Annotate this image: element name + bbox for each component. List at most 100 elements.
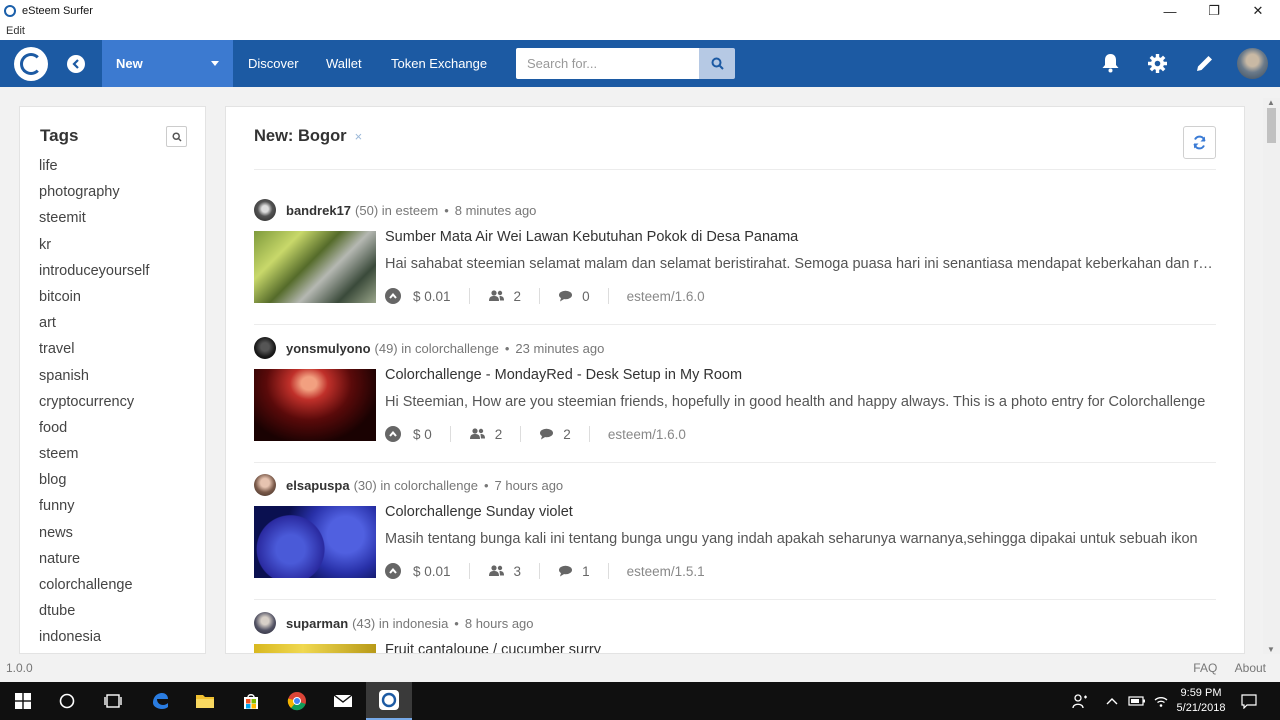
about-link[interactable]: About [1235,661,1266,675]
search-button[interactable] [699,48,735,79]
author-avatar[interactable] [254,474,276,496]
author-avatar[interactable] [254,199,276,221]
post-title[interactable]: Fruit cantaloupe / cucumber surry [385,642,601,653]
post-thumbnail[interactable] [254,644,376,653]
post-title[interactable]: Colorchallenge - MondayRed - Desk Setup … [385,367,742,383]
notifications-button[interactable] [1099,52,1121,74]
post-author[interactable]: bandrek17 [286,203,351,218]
scroll-thumb[interactable] [1267,108,1276,143]
tag-item[interactable]: food [39,415,149,441]
tag-item[interactable]: steemit [39,205,149,231]
upvote-button[interactable] [385,426,401,442]
tag-item[interactable]: life [39,153,149,179]
new-filter-dropdown[interactable]: New [102,40,233,87]
taskbar-store[interactable] [228,682,274,720]
comments-count[interactable]: 2 [563,427,571,442]
post-author[interactable]: suparman [286,616,348,631]
divider [254,169,1216,170]
post-payout[interactable]: $ 0.01 [413,289,451,304]
post-author[interactable]: yonsmulyono [286,341,371,356]
scroll-down-icon[interactable]: ▼ [1267,645,1275,654]
taskbar-file-explorer[interactable] [182,682,228,720]
tag-search-button[interactable] [166,126,187,147]
page-scrollbar[interactable]: ▲ ▼ [1263,98,1280,654]
voters-count[interactable]: 2 [495,427,503,442]
tag-item[interactable]: dtube [39,598,149,624]
taskbar-edge[interactable] [137,682,183,720]
notification-center-button[interactable] [1241,682,1257,720]
post-payout[interactable]: $ 0 [413,427,432,442]
tag-item[interactable]: introduceyourself [39,258,149,284]
tag-item[interactable]: bitcoin [39,284,149,310]
cortana-button[interactable] [44,682,90,720]
nav-wallet[interactable]: Wallet [326,40,362,87]
voters-count[interactable]: 2 [514,289,522,304]
taskbar-esteem[interactable] [366,682,412,720]
refresh-button[interactable] [1183,126,1216,159]
post-category[interactable]: colorchallenge [415,341,499,356]
taskbar-chrome[interactable] [274,682,320,720]
post-category[interactable]: indonesia [393,616,449,631]
tag-item[interactable]: nature [39,546,149,572]
comments-count[interactable]: 1 [582,564,590,579]
upvote-button[interactable] [385,288,401,304]
upvote-button[interactable] [385,563,401,579]
tag-item[interactable]: kr [39,232,149,258]
faq-link[interactable]: FAQ [1193,661,1217,675]
post-author[interactable]: elsapuspa [286,478,350,493]
meta-separator: • [504,340,510,356]
post-thumbnail[interactable] [254,231,376,303]
post-time: 23 minutes ago [515,340,605,356]
tag-item[interactable]: indonesia [39,624,149,650]
taskbar-mail[interactable] [320,682,366,720]
comments-count[interactable]: 0 [582,289,590,304]
chevron-up-icon[interactable] [1106,682,1118,720]
back-button[interactable] [67,54,85,73]
tag-item[interactable]: photography [39,179,149,205]
author-avatar[interactable] [254,612,276,634]
post-category[interactable]: colorchallenge [394,478,478,493]
voters-icon [488,290,505,302]
tag-item[interactable]: cryptocurrency [39,389,149,415]
author-avatar[interactable] [254,337,276,359]
post-summary[interactable]: Masih tentang bunga kali ini tentang bun… [385,531,1216,547]
close-button[interactable]: ✕ [1236,0,1280,22]
post-payout[interactable]: $ 0.01 [413,564,451,579]
voters-count[interactable]: 3 [514,564,522,579]
nav-discover[interactable]: Discover [248,40,299,87]
people-icon[interactable] [1072,682,1088,720]
scroll-up-icon[interactable]: ▲ [1267,98,1275,107]
remove-filter-button[interactable]: × [355,129,363,144]
compose-button[interactable] [1193,52,1215,74]
tag-item[interactable]: travel [39,336,149,362]
tag-item[interactable]: colorchallenge [39,572,149,598]
tag-item[interactable]: funny [39,493,149,519]
menu-edit[interactable]: Edit [6,25,25,37]
task-view-button[interactable] [90,682,136,720]
esteem-logo-icon[interactable] [14,46,48,81]
post-summary[interactable]: Hai sahabat steemian selamat malam dan s… [385,256,1216,272]
tag-item[interactable]: spanish [39,363,149,389]
wifi-icon[interactable] [1153,682,1169,720]
settings-button[interactable] [1146,52,1168,74]
battery-icon[interactable] [1128,682,1146,720]
tag-item[interactable]: art [39,310,149,336]
post-thumbnail[interactable] [254,369,376,441]
system-clock[interactable]: 9:59 PM 5/21/2018 [1172,686,1230,716]
minimize-button[interactable]: — [1148,0,1192,22]
tag-item[interactable]: steem [39,441,149,467]
maximize-button[interactable]: ❐ [1192,0,1236,22]
post-summary[interactable]: Hi Steemian, How are you steemian friend… [385,394,1216,410]
search-input[interactable] [516,48,699,79]
start-button[interactable] [0,682,46,720]
post-category[interactable]: esteem [396,203,439,218]
post-title[interactable]: Colorchallenge Sunday violet [385,504,573,520]
feed-title: New: Bogor × [254,127,362,146]
tag-item[interactable]: blog [39,467,149,493]
post-thumbnail[interactable] [254,506,376,578]
tag-item[interactable]: news [39,520,149,546]
nav-token-exchange[interactable]: Token Exchange [391,40,487,87]
stat-divider [588,426,590,442]
post-title[interactable]: Sumber Mata Air Wei Lawan Kebutuhan Poko… [385,229,798,245]
user-avatar[interactable] [1237,48,1268,79]
